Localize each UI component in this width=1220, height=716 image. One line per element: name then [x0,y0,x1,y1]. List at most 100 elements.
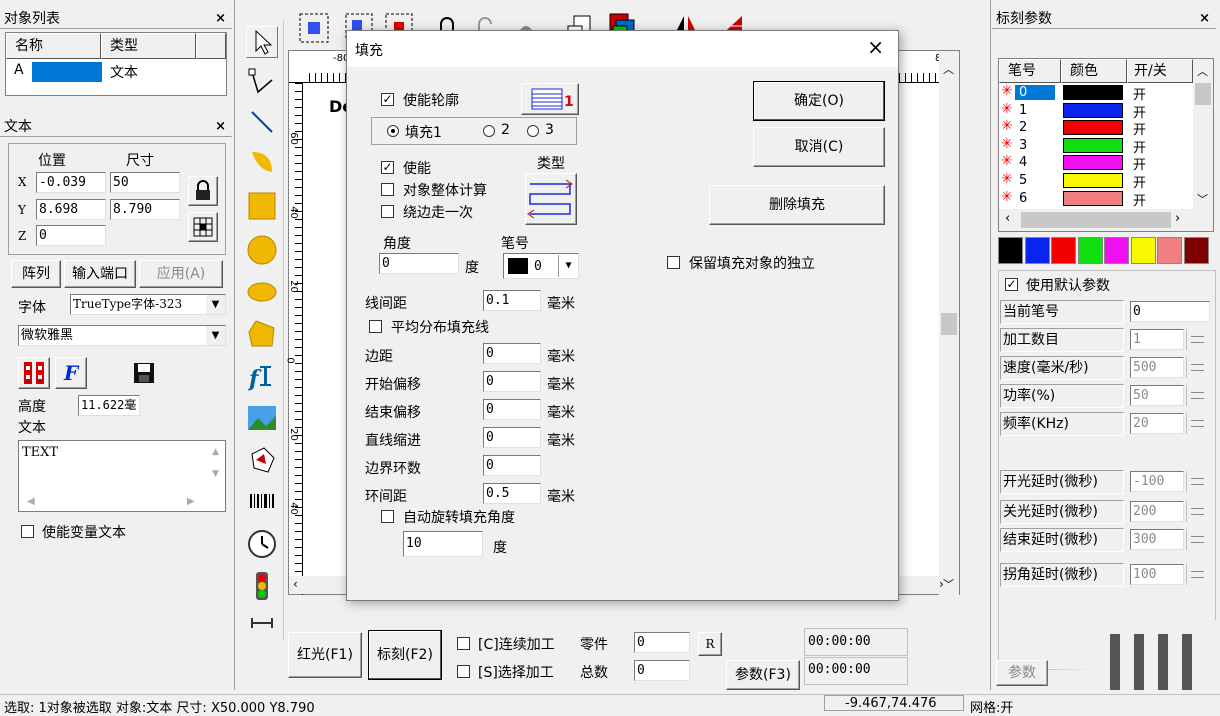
power-input[interactable]: 50 [1130,385,1184,406]
scroll-up-icon[interactable]: ▲ [212,447,219,457]
spinner-icon[interactable] [1186,413,1208,434]
bitmap-tool[interactable] [246,402,278,434]
scroll-right-icon[interactable]: › [1175,211,1180,226]
margin-input[interactable]: 0 [483,343,541,364]
y-position-input[interactable]: 8.698 [36,199,106,220]
pen-list-hscroll[interactable]: ‹ › [999,209,1213,231]
end-delay-input[interactable]: 300 [1130,529,1184,550]
pen-row[interactable]: ✳ 5 开 [999,171,1193,191]
scroll-left-icon[interactable]: ‹ [293,577,298,591]
spinner-icon[interactable] [1186,329,1208,350]
pen-select[interactable]: 0 ▼ [503,253,579,279]
end-offset-input[interactable]: 0 [483,399,541,420]
palette-swatch[interactable] [1024,237,1050,264]
lock-ratio-button[interactable] [188,176,218,206]
line-spacing-input[interactable]: 0.1 [483,290,541,311]
vector-file-tool[interactable] [246,444,278,476]
text-content-area[interactable]: TEXT ▲ ▼ ◀ ▶ [18,440,226,512]
circle-tool[interactable] [246,234,278,266]
col-name-header[interactable]: 名称 [6,33,101,59]
spinner-icon[interactable] [1186,529,1208,550]
pen-row[interactable]: ✳ 6 开 [999,189,1193,209]
anchor-grid-button[interactable] [188,212,218,242]
outline-pen-button[interactable]: 1 [521,83,579,115]
scroll-right-icon[interactable]: › [939,577,944,591]
font-settings-button[interactable] [18,357,50,389]
spinner-icon[interactable] [1186,471,1208,492]
fill-type-button[interactable] [525,173,577,225]
fill2-radio[interactable] [483,125,495,137]
text-tool[interactable]: f [246,360,278,392]
save-font-button[interactable] [130,359,158,387]
line-indent-input[interactable]: 0 [483,427,541,448]
pen-row[interactable]: ✳ 3 开 [999,136,1193,156]
extend-axis-tool[interactable] [246,612,278,632]
io-tool[interactable] [246,570,278,602]
scroll-thumb[interactable] [941,313,957,335]
fill3-radio[interactable] [527,125,539,137]
array-button[interactable]: 阵列 [11,260,61,288]
scroll-up-icon[interactable]: ︿ [1197,63,1208,79]
variable-text-checkbox[interactable] [21,525,34,538]
close-icon[interactable]: × [215,9,226,29]
use-default-checkbox[interactable]: ✓ [1005,278,1018,291]
palette-swatch[interactable] [998,237,1023,264]
palette-swatch[interactable] [1104,237,1129,264]
col-onoff-header[interactable]: 开/关 [1127,59,1193,83]
ellipse-tool[interactable] [246,276,278,308]
toolbar-select-button[interactable] [296,10,336,46]
table-row[interactable]: A 文本 [6,60,226,84]
off-delay-input[interactable]: 200 [1130,501,1184,522]
delete-fill-button[interactable]: 删除填充 [709,185,885,225]
x-size-input[interactable]: 50 [110,172,180,193]
pen-row[interactable]: ✳ 4 开 [999,153,1193,173]
ok-button[interactable]: 确定(O) [753,81,885,121]
scroll-right-icon[interactable]: ▶ [187,496,195,507]
cancel-button[interactable]: 取消(C) [753,127,885,167]
chevron-down-icon[interactable]: ▼ [558,255,578,277]
avg-distribute-checkbox[interactable] [369,320,382,333]
apply-button[interactable]: 应用(A) [139,260,223,288]
spinner-icon[interactable] [1186,385,1208,406]
font-type-select[interactable]: TrueType字体-323 [70,294,226,315]
y-size-input[interactable]: 8.790 [110,199,180,220]
scroll-down-icon[interactable]: ▼ [212,469,219,479]
close-icon[interactable]: × [1199,9,1210,29]
col-color-header[interactable]: 颜色 [1061,59,1127,83]
scroll-up-icon[interactable]: ︿ [943,61,954,77]
chevron-down-icon[interactable]: ▼ [206,326,225,345]
polygon-tool[interactable] [246,318,278,350]
input-port-button[interactable]: 输入端口 [64,260,136,288]
scroll-left-icon[interactable]: ◀ [27,496,35,507]
enable-fill-checkbox[interactable]: ✓ [381,161,394,174]
count-input[interactable]: 1 [1130,329,1184,350]
x-position-input[interactable]: -0.039 [36,172,106,193]
reset-count-button[interactable]: R [698,632,722,656]
node-edit-tool[interactable] [246,66,278,98]
current-pen-input[interactable]: 0 [1130,301,1210,322]
font-name-select[interactable]: 微软雅黑 [18,325,226,346]
auto-rotate-checkbox[interactable] [381,510,394,523]
parts-input[interactable]: 0 [634,632,690,653]
pen-row[interactable]: ✳ 0 开 [999,83,1193,103]
curve-tool[interactable] [246,146,278,178]
loop-count-input[interactable]: 0 [483,455,541,476]
enable-outline-checkbox[interactable]: ✓ [381,93,394,106]
palette-swatch[interactable] [1051,237,1076,264]
vertical-scrollbar[interactable]: ︿ ﹀ [939,51,959,596]
spinner-icon[interactable] [1186,357,1208,378]
fill1-radio[interactable] [387,125,399,137]
z-position-input[interactable]: 0 [36,225,106,246]
corner-delay-input[interactable]: 100 [1130,564,1184,585]
keep-independent-checkbox[interactable] [667,256,680,269]
loop-spacing-input[interactable]: 0.5 [483,483,541,504]
speed-input[interactable]: 500 [1130,357,1184,378]
rotate-angle-input[interactable]: 10 [403,531,483,557]
edge-once-checkbox[interactable] [381,205,394,218]
chevron-down-icon[interactable]: ▼ [206,295,225,314]
close-icon[interactable]: × [867,35,884,59]
on-delay-input[interactable]: -100 [1130,471,1184,492]
pen-row[interactable]: ✳ 1 开 [999,101,1193,121]
spinner-icon[interactable] [1186,564,1208,585]
col-type-header[interactable]: 类型 [101,33,196,59]
